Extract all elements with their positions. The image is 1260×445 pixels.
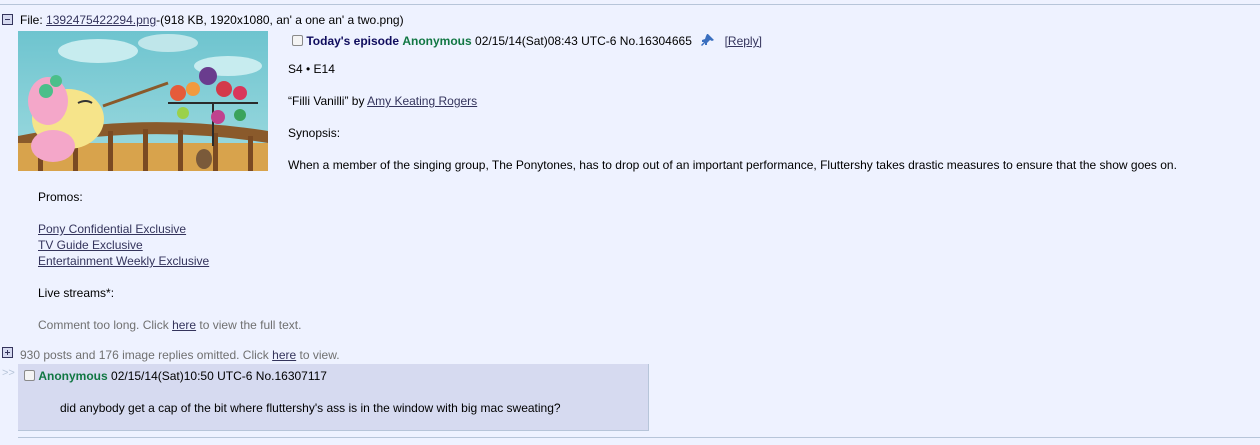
file-link[interactable]: 1392475422294.png: [46, 13, 156, 27]
top-divider: [0, 4, 1260, 5]
reply-post: Anonymous 02/15/14(Sat)10:50 UTC-6 No.16…: [18, 364, 649, 431]
omitted-prefix: 930 posts and 176 image replies omitted.…: [20, 348, 273, 362]
comment-too-long-suffix: to view the full text.: [196, 318, 302, 332]
op-subject: Today's episode: [306, 34, 399, 48]
writer-link[interactable]: Amy Keating Rogers: [367, 94, 477, 108]
reply-arrows: >>: [2, 367, 15, 379]
reply-message: did anybody get a cap of the bit where f…: [60, 401, 561, 415]
bottom-divider: [18, 437, 1260, 438]
promos-label: Promos:: [38, 190, 83, 204]
promo-link-pony-confidential[interactable]: Pony Confidential Exclusive: [38, 222, 186, 236]
sticky-pin-icon: [701, 34, 715, 46]
view-omitted-link[interactable]: here: [272, 348, 296, 362]
episode-number: S4 • E14: [288, 62, 335, 76]
file-label: File:: [20, 13, 47, 27]
thread-thumbnail-image[interactable]: [18, 31, 268, 171]
episode-title: “Filli Vanilli” by: [288, 94, 368, 108]
file-meta: -(918 KB, 1920x1080, an' a one an' a two…: [156, 13, 404, 27]
promo-link-entertainment-weekly[interactable]: Entertainment Weekly Exclusive: [38, 254, 209, 268]
full-text-link[interactable]: here: [172, 318, 196, 332]
reply-post-number[interactable]: No.16307117: [256, 369, 327, 383]
live-streams-label: Live streams*:: [38, 286, 115, 300]
reply-post-info: Anonymous 02/15/14(Sat)10:50 UTC-6 No.16…: [24, 369, 327, 383]
op-poster-name: Anonymous: [402, 34, 472, 48]
file-info: File: 1392475422294.png-(918 KB, 1920x10…: [20, 13, 404, 27]
comment-too-long-notice: Comment too long. Click here to view the…: [38, 318, 301, 332]
hide-thread-minus-icon[interactable]: [2, 14, 13, 25]
promo-link-tv-guide[interactable]: TV Guide Exclusive: [38, 238, 143, 252]
reply-datetime: 02/15/14(Sat)10:50 UTC-6: [111, 369, 253, 383]
reply-link[interactable]: [Reply]: [725, 34, 762, 48]
reply-select-checkbox[interactable]: [24, 370, 35, 381]
omitted-posts-notice: 930 posts and 176 image replies omitted.…: [20, 348, 340, 362]
op-datetime: 02/15/14(Sat)08:43 UTC-6: [475, 34, 617, 48]
op-post-info: Today's episode Anonymous 02/15/14(Sat)0…: [292, 33, 762, 48]
op-post-number[interactable]: No.16304665: [620, 34, 692, 48]
expand-thread-plus-icon[interactable]: [2, 347, 13, 358]
reply-poster-name: Anonymous: [38, 369, 108, 383]
synopsis-label: Synopsis:: [288, 126, 341, 140]
synopsis-text: When a member of the singing group, The …: [288, 158, 1177, 172]
comment-too-long-prefix: Comment too long. Click: [38, 318, 173, 332]
omitted-suffix: to view.: [296, 348, 340, 362]
op-select-checkbox[interactable]: [292, 35, 303, 46]
episode-title-line: “Filli Vanilli” by Amy Keating Rogers: [288, 94, 477, 108]
